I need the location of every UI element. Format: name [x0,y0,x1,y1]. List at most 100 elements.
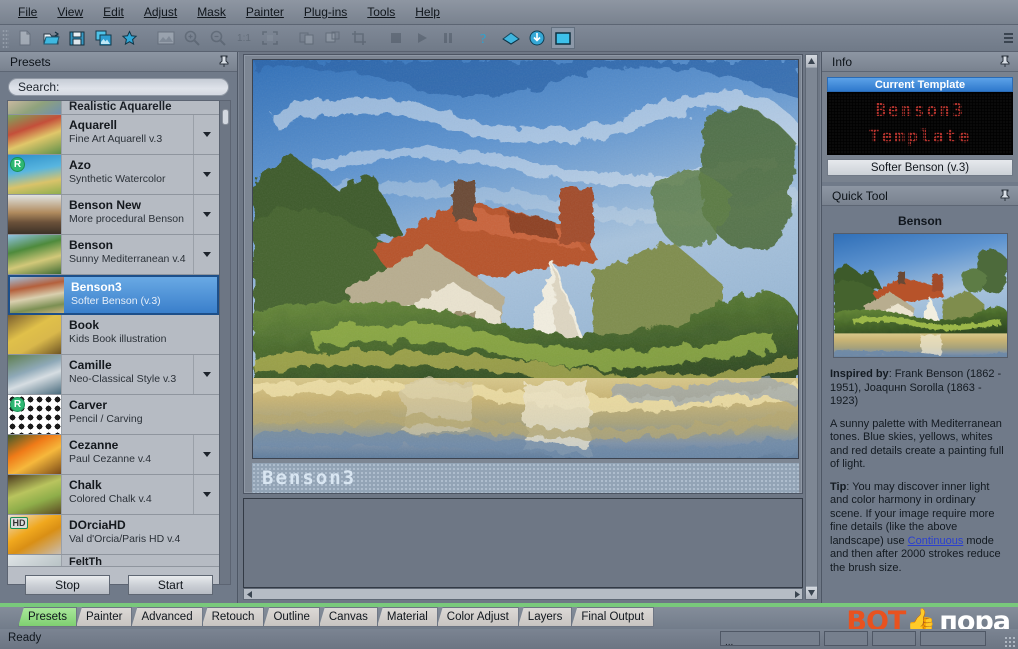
preset-name: Benson3 [71,280,122,294]
list-item[interactable]: Camille Neo-Classical Style v.3 [8,355,219,395]
pin-icon[interactable] [218,55,230,68]
new-file-icon[interactable] [13,27,37,49]
zoom-out-icon[interactable] [206,27,230,49]
favorite-star-icon[interactable] [117,27,141,49]
book-icon[interactable] [499,27,523,49]
tab-layers[interactable]: Layers [517,607,573,627]
quick-tool-header: Quick Tool [822,186,1018,206]
list-item-selected[interactable]: Benson3 Softer Benson (v.3) [8,275,219,315]
inspired-by-paragraph: Inspired by: Frank Benson (1862 - 1951),… [830,368,1010,409]
pin-icon[interactable] [999,189,1011,202]
canvas-scrollbar-track[interactable] [806,68,817,586]
list-item[interactable]: R Azo Synthetic Watercolor [8,155,219,195]
preset-name: Camille [69,358,112,372]
list-item[interactable]: Benson Sunny Mediterranean v.4 [8,235,219,275]
canvas-frame[interactable]: Benson3 [243,54,803,494]
scroll-up-icon[interactable] [806,55,817,67]
preset-dropdown-button[interactable] [193,355,219,394]
tile-horizontal-icon[interactable] [295,27,319,49]
preset-dropdown-button[interactable] [193,475,219,514]
list-item[interactable]: FeltTh [8,555,219,567]
save-icon[interactable] [65,27,89,49]
menu-view[interactable]: View [47,2,93,22]
preset-dropdown-button[interactable] [193,435,219,474]
scroll-right-icon[interactable] [791,589,802,599]
open-folder-icon[interactable] [39,27,63,49]
tab-painter[interactable]: Painter [76,607,133,627]
preset-thumbnail: R [8,155,62,194]
menu-painter[interactable]: Painter [236,2,294,22]
menu-mask[interactable]: Mask [187,2,236,22]
stop-button[interactable]: Stop [25,575,110,595]
chevron-down-icon [202,492,211,497]
menu-tools[interactable]: Tools [357,2,405,22]
preset-dropdown-button[interactable] [193,155,219,194]
copy-image-icon[interactable] [91,27,115,49]
tab-advanced[interactable]: Advanced [131,607,203,627]
tab-color-adjust[interactable]: Color Adjust [436,607,519,627]
continuous-mode-link[interactable]: Continuous [908,535,964,547]
image-icon[interactable] [154,27,178,49]
menu-edit[interactable]: Edit [93,2,134,22]
toolbar-overflow-icon[interactable] [1002,28,1014,48]
toolbar-grip[interactable] [2,28,9,48]
canvas-horizontal-scrollbar[interactable] [243,588,803,600]
presets-list-scrollbar[interactable] [219,101,230,584]
preset-thumbnail [8,355,62,394]
screen-icon[interactable] [551,27,575,49]
scroll-down-icon[interactable] [806,587,817,599]
list-item[interactable]: Cezanne Paul Cezanne v.4 [8,435,219,475]
list-item[interactable]: Realistic Aquarelle [8,101,219,115]
preset-badge: HD [10,517,28,529]
help-icon[interactable]: ? [473,27,497,49]
zoom-actual-size-icon[interactable]: 1:1 [232,27,256,49]
tab-retouch[interactable]: Retouch [201,607,265,627]
preset-dropdown-placeholder [193,101,219,114]
scroll-left-icon[interactable] [244,589,255,599]
preset-dropdown-button[interactable] [193,235,219,274]
download-icon[interactable] [525,27,549,49]
tile-vertical-icon[interactable] [321,27,345,49]
tab-outline[interactable]: Outline [263,607,320,627]
resize-grip[interactable] [1004,636,1016,648]
tab-presets[interactable]: Presets [18,607,77,627]
pin-icon[interactable] [999,55,1011,68]
painting-image[interactable] [252,59,799,459]
menu-file[interactable]: File [8,2,47,22]
start-button[interactable]: Start [128,575,213,595]
fit-to-window-icon[interactable] [258,27,282,49]
zoom-in-icon[interactable] [180,27,204,49]
menu-plugins[interactable]: Plug-ins [294,2,357,22]
menu-painter-label: Painter [245,5,284,19]
crop-icon[interactable] [347,27,371,49]
pause-icon[interactable] [436,27,460,49]
list-item[interactable]: Book Kids Book illustration [8,315,219,355]
list-item[interactable]: HD DOrciaHD Val d'Orcia/Paris HD v.4 [8,515,219,555]
scrollbar-thumb[interactable] [222,109,229,125]
preset-text: Azo Synthetic Watercolor [62,155,193,194]
current-template-header: Current Template [827,77,1013,92]
menu-adjust[interactable]: Adjust [134,2,187,22]
tab-canvas[interactable]: Canvas [318,607,378,627]
tab-material[interactable]: Material [376,607,438,627]
menu-help[interactable]: Help [405,2,450,22]
search-input[interactable]: Search: [8,78,229,96]
canvas-vertical-scrollbar[interactable] [805,54,818,600]
chevron-down-icon [202,172,211,177]
preset-dropdown-button[interactable] [193,115,219,154]
artwork-container: Benson3 [252,59,799,493]
quick-tool-preview-image[interactable] [832,233,1008,358]
list-item[interactable]: R Carver Pencil / Carving [8,395,219,435]
preset-desc: Sunny Mediterranean v.4 [69,253,186,265]
list-item[interactable]: Aquarell Fine Art Aquarell v.3 [8,115,219,155]
stop-icon[interactable] [384,27,408,49]
preset-desc: Neo-Classical Style v.3 [69,373,177,385]
preset-dropdown-button[interactable] [193,195,219,234]
tab-final-output[interactable]: Final Output [571,607,654,627]
list-item[interactable]: Benson New More procedural Benson [8,195,219,235]
template-name-field: Softer Benson (v.3) [827,159,1013,176]
play-icon[interactable] [410,27,434,49]
list-item[interactable]: Chalk Colored Chalk v.4 [8,475,219,515]
status-panel-4 [920,631,986,646]
preset-thumbnail [8,115,62,154]
